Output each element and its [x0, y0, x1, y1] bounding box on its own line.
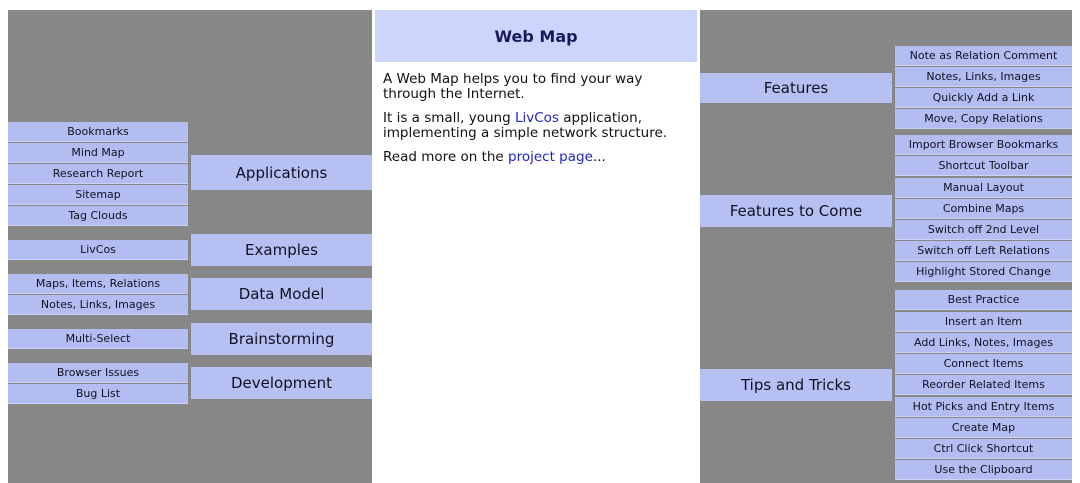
description-paragraph-3: Read more on the project page... — [383, 150, 693, 165]
map-item-mind-map[interactable]: Mind Map — [8, 143, 188, 163]
map-category-tips-and-tricks[interactable]: Tips and Tricks — [700, 369, 892, 401]
right-map-panel: Features Features to Come Tips and Trick… — [700, 10, 1072, 483]
project-page-link[interactable]: project page — [508, 149, 593, 165]
map-item-bug-list[interactable]: Bug List — [8, 384, 188, 404]
description-text-span: Read more on the — [383, 149, 509, 165]
map-item-ctrl-click-shortcut[interactable]: Ctrl Click Shortcut — [895, 439, 1072, 459]
map-item-reorder-related-items[interactable]: Reorder Related Items — [895, 375, 1072, 395]
map-category-examples[interactable]: Examples — [191, 234, 372, 266]
map-category-applications[interactable]: Applications — [191, 155, 372, 190]
description-text-span: It is a small, young — [383, 110, 515, 126]
map-item-import-browser-bookmarks[interactable]: Import Browser Bookmarks — [895, 135, 1072, 155]
map-item-research-report[interactable]: Research Report — [8, 164, 188, 184]
map-item-highlight-stored-change[interactable]: Highlight Stored Change — [895, 262, 1072, 282]
map-item-combine-maps[interactable]: Combine Maps — [895, 199, 1072, 219]
map-item-switch-off-2nd-level[interactable]: Switch off 2nd Level — [895, 220, 1072, 240]
map-item-hot-picks-and-entry-items[interactable]: Hot Picks and Entry Items — [895, 397, 1072, 417]
map-item-use-the-clipboard[interactable]: Use the Clipboard — [895, 460, 1072, 480]
map-item-connect-items[interactable]: Connect Items — [895, 354, 1072, 374]
map-item-quickly-add-a-link[interactable]: Quickly Add a Link — [895, 88, 1072, 108]
map-item-browser-issues[interactable]: Browser Issues — [8, 363, 188, 383]
map-item-create-map[interactable]: Create Map — [895, 418, 1072, 438]
map-item-move-copy-relations[interactable]: Move, Copy Relations — [895, 109, 1072, 129]
map-item-note-as-relation-comment[interactable]: Note as Relation Comment — [895, 46, 1072, 66]
map-category-features[interactable]: Features — [700, 73, 892, 103]
description-text: A Web Map helps you to find your way thr… — [383, 72, 693, 174]
map-item-manual-layout[interactable]: Manual Layout — [895, 178, 1072, 198]
map-item-add-links-notes-images[interactable]: Add Links, Notes, Images — [895, 333, 1072, 353]
map-item-switch-off-left-relations[interactable]: Switch off Left Relations — [895, 241, 1072, 261]
map-category-data-model[interactable]: Data Model — [191, 278, 372, 310]
page-title: Web Map — [375, 10, 697, 62]
description-text-span: ... — [592, 149, 606, 165]
map-item-maps-items-relations[interactable]: Maps, Items, Relations — [8, 274, 188, 294]
map-item-best-practice[interactable]: Best Practice — [895, 290, 1072, 310]
livcos-link[interactable]: LivCos — [515, 110, 559, 126]
map-item-sitemap[interactable]: Sitemap — [8, 185, 188, 205]
map-item-livcos[interactable]: LivCos — [8, 240, 188, 260]
left-map-panel: Bookmarks Mind Map Research Report Sitem… — [8, 10, 372, 483]
map-item-multi-select[interactable]: Multi-Select — [8, 329, 188, 349]
description-paragraph-1: A Web Map helps you to find your way thr… — [383, 71, 643, 102]
map-category-features-to-come[interactable]: Features to Come — [700, 195, 892, 227]
map-item-notes-links-images[interactable]: Notes, Links, Images — [8, 295, 188, 315]
map-item-shortcut-toolbar[interactable]: Shortcut Toolbar — [895, 156, 1072, 176]
map-item-notes-links-images-feature[interactable]: Notes, Links, Images — [895, 67, 1072, 87]
center-panel: Web Map A Web Map helps you to find your… — [375, 10, 697, 483]
map-item-insert-an-item[interactable]: Insert an Item — [895, 312, 1072, 332]
description-paragraph-2: It is a small, young LivCos application,… — [383, 111, 693, 141]
map-item-bookmarks[interactable]: Bookmarks — [8, 122, 188, 142]
map-item-tag-clouds[interactable]: Tag Clouds — [8, 206, 188, 226]
map-category-development[interactable]: Development — [191, 367, 372, 399]
map-category-brainstorming[interactable]: Brainstorming — [191, 323, 372, 355]
